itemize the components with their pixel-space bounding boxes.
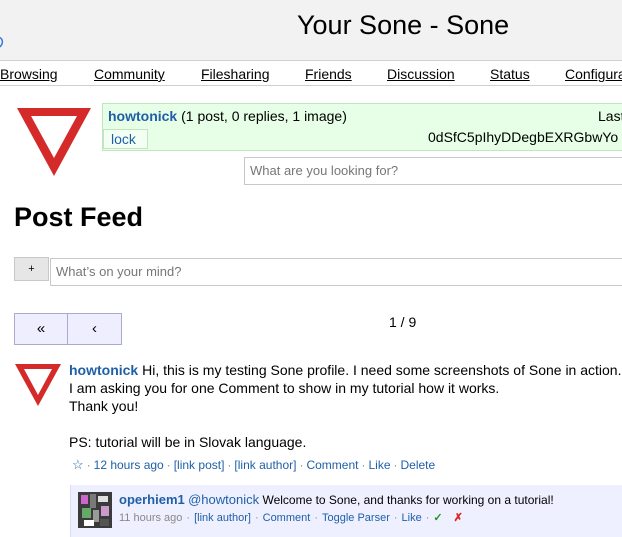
post-body: howtonick Hi, this is my testing Sone pr… [69, 361, 622, 451]
last-label: Last [598, 108, 622, 124]
post-text-line-1: Hi, this is my testing Sone profile. I n… [142, 362, 622, 378]
profile-box: howtonick (1 post, 0 replies, 1 image) L… [102, 103, 622, 151]
toggle-parser-button[interactable]: Toggle Parser [322, 512, 390, 524]
reply-like-button[interactable]: Like [402, 512, 422, 524]
reply-meta: 11 hours ago · [link author] · Comment · Toggl… [119, 512, 463, 524]
pager-count: 1 / 9 [389, 314, 417, 330]
comment-button[interactable]: Comment [306, 458, 358, 472]
post-blank-line [69, 415, 622, 433]
reply-author-link[interactable]: operhiem1 [119, 492, 185, 507]
post-meta: ☆ · 12 hours ago · [link post] · [link author]… [72, 457, 436, 472]
profile-stats: (1 post, 0 replies, 1 image) [181, 108, 347, 124]
link-post-button[interactable]: [link post] [174, 458, 225, 472]
reply-comment-button[interactable]: Comment [263, 512, 311, 524]
post-text-line-5: PS: tutorial will be in Slovak language. [69, 434, 307, 450]
post-line: howtonick Hi, this is my testing Sone pr… [69, 361, 622, 379]
nav-item-discussion[interactable]: Discussion [387, 66, 455, 82]
pager-first-button[interactable]: « [14, 313, 68, 345]
reply-body: operhiem1 @howtonick Welcome to Sone, an… [119, 492, 554, 507]
profile-name-link[interactable]: howtonick [108, 108, 177, 124]
header: Your Sone - Sone [0, 0, 622, 60]
nav-item-configuration[interactable]: Configuration [565, 66, 622, 82]
nav-item-filesharing[interactable]: Filesharing [201, 66, 269, 82]
link-author-button[interactable]: [link author] [234, 458, 296, 472]
reply-text: Welcome to Sone, and thanks for working … [262, 493, 554, 507]
post-author-link[interactable]: howtonick [69, 362, 138, 378]
nav-item-browsing[interactable]: Browsing [0, 66, 58, 82]
profile-summary: howtonick (1 post, 0 replies, 1 image) [108, 108, 347, 124]
sone-logo-icon[interactable] [0, 34, 8, 50]
reply-mention-link[interactable]: @howtonick [188, 492, 259, 507]
nav-item-friends[interactable]: Friends [305, 66, 352, 82]
sone-id: 0dSfC5pIhyDDegbEXRGbwYo [428, 129, 619, 145]
trust-icon[interactable]: ✓ [433, 512, 442, 524]
nav-item-community[interactable]: Community [94, 66, 165, 82]
main-nav: Browsing Community Filesharing Friends D… [0, 60, 622, 86]
like-button[interactable]: Like [368, 458, 390, 472]
nav-item-status[interactable]: Status [490, 66, 530, 82]
star-icon[interactable]: ☆ [72, 457, 84, 472]
reply-time[interactable]: 11 hours ago [119, 512, 182, 524]
post-avatar[interactable] [14, 361, 62, 409]
pager-prev-button[interactable]: ‹ [67, 313, 122, 345]
distrust-icon[interactable]: ✗ [454, 512, 463, 524]
page-title: Your Sone - Sone [297, 10, 510, 40]
post-text-line-3: Thank you! [69, 398, 139, 414]
feed-title: Post Feed [14, 202, 144, 232]
profile-avatar[interactable] [14, 102, 94, 182]
reply-link-author-button[interactable]: [link author] [194, 512, 251, 524]
post-time-link[interactable]: 12 hours ago [94, 458, 164, 472]
add-post-button[interactable]: + [14, 257, 49, 281]
post-input[interactable]: What’s on your mind? [50, 258, 622, 286]
search-input[interactable]: What are you looking for? [244, 157, 622, 185]
reply-avatar[interactable] [78, 492, 112, 528]
lock-button[interactable]: lock [103, 129, 148, 149]
delete-button[interactable]: Delete [401, 458, 436, 472]
post-text-line-2: I am asking you for one Comment to show … [69, 380, 500, 396]
